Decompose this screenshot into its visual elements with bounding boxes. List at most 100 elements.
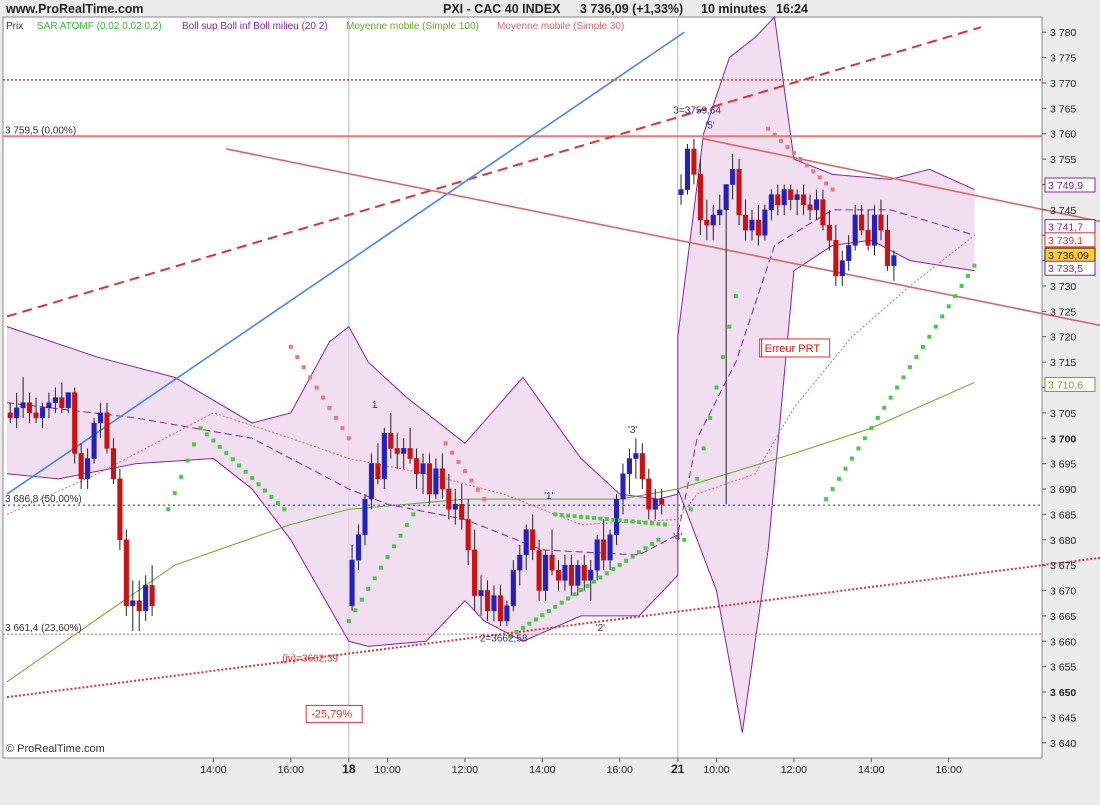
candle-body[interactable] [801, 194, 807, 206]
candle-body[interactable] [555, 569, 562, 581]
candle-body[interactable] [781, 189, 787, 206]
candle-body[interactable] [504, 605, 510, 622]
candle-body[interactable] [865, 229, 871, 246]
candle-body[interactable] [852, 214, 858, 246]
candle-body[interactable] [878, 214, 884, 231]
candle-body[interactable] [626, 458, 632, 475]
candle-body[interactable] [46, 402, 52, 409]
candle-body[interactable] [407, 448, 413, 459]
candle-body[interactable] [478, 590, 484, 596]
candle-body[interactable] [871, 214, 878, 246]
candle-body[interactable] [426, 463, 433, 495]
candle-body[interactable] [394, 448, 400, 454]
candle-body[interactable] [639, 453, 645, 480]
candle-body[interactable] [891, 255, 897, 266]
candle-body[interactable] [755, 219, 761, 236]
candle-body[interactable] [52, 397, 58, 403]
candle-body[interactable] [594, 539, 600, 571]
candle-body[interactable] [20, 402, 26, 409]
candle-body[interactable] [97, 412, 104, 424]
candle-body[interactable] [465, 519, 471, 551]
candle-body[interactable] [768, 194, 774, 211]
candle-body[interactable] [710, 214, 716, 226]
candle-body[interactable] [607, 534, 613, 561]
candle-body[interactable] [446, 488, 452, 510]
candle-body[interactable] [794, 194, 800, 200]
candle-body[interactable] [704, 219, 710, 226]
candle-body[interactable] [575, 564, 581, 586]
candle-body[interactable] [39, 407, 46, 419]
candle-body[interactable] [130, 600, 136, 606]
candle-body[interactable] [523, 529, 529, 556]
candle-body[interactable] [117, 478, 123, 541]
candle-body[interactable] [646, 478, 652, 510]
candle-body[interactable] [349, 559, 355, 606]
candle-body[interactable] [762, 209, 768, 236]
candle-body[interactable] [723, 184, 729, 211]
candle-body[interactable] [788, 189, 794, 200]
candle-body[interactable] [775, 194, 781, 206]
candle-body[interactable] [568, 564, 574, 586]
candle-body[interactable] [59, 397, 65, 409]
candle-body[interactable] [414, 458, 420, 475]
site-url[interactable]: www.ProRealTime.com [5, 2, 144, 16]
candle-body[interactable] [833, 240, 839, 277]
candle-body[interactable] [510, 569, 516, 606]
candle-body[interactable] [678, 189, 684, 195]
candle-body[interactable] [601, 539, 607, 561]
candle-body[interactable] [742, 214, 749, 231]
candle-body[interactable] [14, 407, 20, 419]
candle-body[interactable] [401, 448, 407, 454]
candle-body[interactable] [362, 498, 368, 535]
candle-body[interactable] [613, 498, 620, 535]
candle-body[interactable] [420, 463, 426, 475]
candle-body[interactable] [633, 453, 639, 459]
candle-body[interactable] [826, 224, 832, 241]
candle-body[interactable] [110, 448, 116, 480]
candle-body[interactable] [581, 564, 587, 581]
candle-body[interactable] [91, 422, 97, 459]
candle-body[interactable] [388, 432, 394, 449]
candle-body[interactable] [123, 539, 129, 606]
candle-body[interactable] [536, 549, 542, 591]
candle-body[interactable] [484, 590, 491, 612]
candle-body[interactable] [859, 214, 865, 231]
candle-body[interactable] [439, 468, 445, 490]
candle-body[interactable] [433, 468, 439, 495]
candle-body[interactable] [620, 473, 626, 500]
candle-body[interactable] [149, 585, 155, 606]
candle-body[interactable] [497, 595, 503, 622]
candle-body[interactable] [375, 463, 381, 480]
candle-body[interactable] [807, 204, 813, 211]
candle-body[interactable] [78, 453, 84, 480]
candle-body[interactable] [85, 458, 91, 480]
candle-body[interactable] [33, 412, 39, 419]
candle-body[interactable] [143, 585, 149, 612]
candle-body[interactable] [517, 554, 523, 571]
candle-body[interactable] [72, 392, 78, 454]
candle-body[interactable] [104, 412, 110, 449]
candle-body[interactable] [543, 554, 549, 591]
candle-body[interactable] [65, 392, 71, 409]
candle-body[interactable] [530, 529, 536, 551]
candle-body[interactable] [562, 564, 568, 581]
candle-body[interactable] [549, 554, 555, 571]
candle-body[interactable] [355, 534, 362, 561]
candle-body[interactable] [27, 402, 33, 414]
candle-body[interactable] [491, 595, 497, 612]
candle-body[interactable] [7, 412, 13, 419]
candle-body[interactable] [472, 549, 478, 596]
candle-body[interactable] [717, 209, 723, 216]
candle-body[interactable] [820, 199, 826, 226]
candle-body[interactable] [813, 199, 820, 211]
candle-body[interactable] [730, 169, 736, 185]
candle-body[interactable] [368, 463, 374, 500]
candle-body[interactable] [884, 229, 890, 266]
candle-body[interactable] [684, 148, 691, 190]
candle-body[interactable] [459, 503, 465, 520]
candle-body[interactable] [736, 169, 742, 216]
candle-body[interactable] [659, 498, 665, 505]
candle-body[interactable] [452, 503, 458, 510]
candle-body[interactable] [846, 245, 852, 261]
candle-body[interactable] [381, 432, 387, 480]
